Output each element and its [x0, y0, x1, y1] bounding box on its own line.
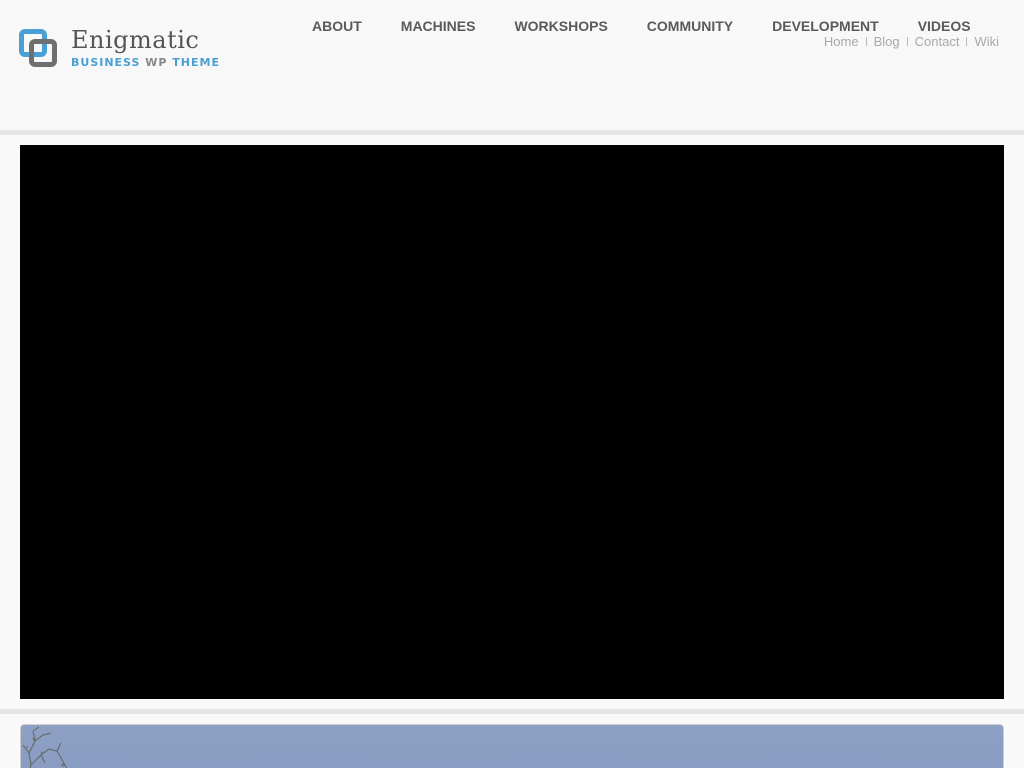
- tree-branches-image: [22, 726, 68, 768]
- site-title: Enigmatic: [71, 26, 200, 54]
- site-header: Enigmatic BUSINESS WP THEME ABOUT MACHIN…: [0, 0, 1024, 130]
- logo-icon: [19, 27, 59, 69]
- nav-community[interactable]: COMMUNITY: [647, 18, 733, 34]
- nav-separator: [966, 37, 968, 46]
- secondary-nav-blog[interactable]: Blog: [874, 34, 900, 49]
- tagline-theme: THEME: [172, 56, 220, 69]
- nav-about[interactable]: ABOUT: [312, 18, 362, 34]
- tagline-wp: WP: [145, 56, 168, 69]
- featured-image[interactable]: [21, 725, 1003, 768]
- secondary-nav: Home Blog Contact Wiki: [824, 34, 999, 49]
- secondary-nav-wiki[interactable]: Wiki: [974, 34, 999, 49]
- secondary-nav-home[interactable]: Home: [824, 34, 859, 49]
- video-player[interactable]: [20, 145, 1004, 699]
- main-nav: ABOUT MACHINES WORKSHOPS COMMUNITY DEVEL…: [312, 18, 971, 34]
- nav-workshops[interactable]: WORKSHOPS: [514, 18, 607, 34]
- nav-videos[interactable]: VIDEOS: [918, 18, 971, 34]
- main-content: [0, 135, 1024, 768]
- nav-machines[interactable]: MACHINES: [401, 18, 476, 34]
- site-tagline: BUSINESS WP THEME: [71, 56, 220, 69]
- site-logo[interactable]: Enigmatic BUSINESS WP THEME: [19, 27, 220, 69]
- nav-separator: [906, 37, 908, 46]
- section-divider: [0, 709, 1024, 714]
- tagline-business: BUSINESS: [71, 56, 141, 69]
- logo-text: Enigmatic BUSINESS WP THEME: [71, 27, 220, 69]
- nav-separator: [865, 37, 867, 46]
- nav-development[interactable]: DEVELOPMENT: [772, 18, 879, 34]
- secondary-nav-contact[interactable]: Contact: [915, 34, 960, 49]
